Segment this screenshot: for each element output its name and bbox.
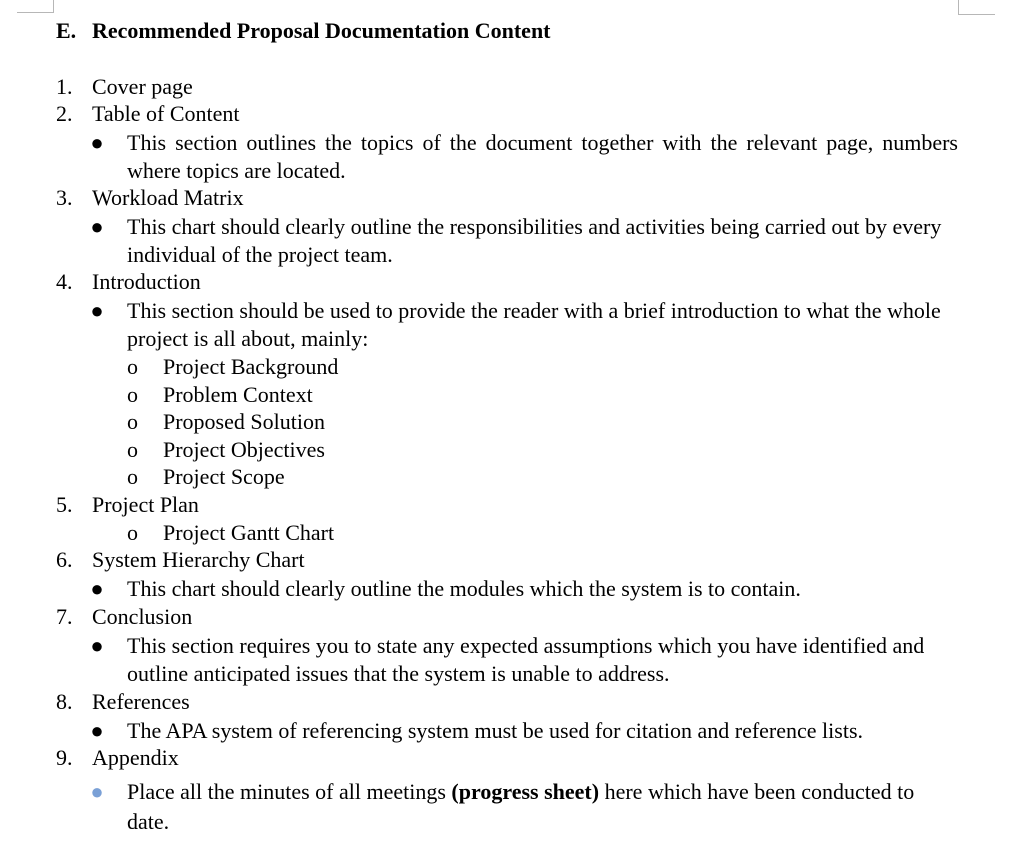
list-item-number: 9. xyxy=(56,745,73,770)
list-item-introduction: 4. Introduction xyxy=(56,268,201,296)
sub-item-label: Project Scope xyxy=(163,464,285,489)
bullet-appendix: ● Place all the minutes of all meetings … xyxy=(90,777,958,837)
sub-bullet-icon: o xyxy=(127,354,138,379)
bullet-references: ● The APA system of referencing system m… xyxy=(90,717,958,745)
bullet-dot-icon: ● xyxy=(90,779,104,804)
sub-bullet-icon: o xyxy=(127,382,138,407)
bullet-text-part: Place all the minutes of all meetings xyxy=(127,779,446,804)
bullet-text: This section should be used to provide t… xyxy=(127,298,941,351)
bullet-text-bold-part: (progress sheet) xyxy=(445,779,600,804)
bullet-text: The APA system of referencing system mus… xyxy=(127,718,864,743)
list-item-conclusion: 7. Conclusion xyxy=(56,603,192,631)
sub-item-label: Project Gantt Chart xyxy=(163,520,335,545)
bullet-system-hierarchy-chart: ● This chart should clearly outline the … xyxy=(90,575,958,603)
section-heading: E. Recommended Proposal Documentation Con… xyxy=(56,18,551,44)
bullet-text: This chart should clearly outline the mo… xyxy=(127,576,801,601)
sub-item-problem-context: o Problem Context xyxy=(127,381,313,409)
sub-item-proposed-solution: o Proposed Solution xyxy=(127,408,325,436)
list-item-system-hierarchy-chart: 6. System Hierarchy Chart xyxy=(56,546,305,574)
list-item-workload-matrix: 3. Workload Matrix xyxy=(56,184,244,212)
list-item-number: 6. xyxy=(56,547,73,572)
bullet-table-of-content: ● This section outlines the topics of th… xyxy=(90,129,958,185)
list-item-cover-page: 1. Cover page xyxy=(56,73,193,101)
list-item-number: 1. xyxy=(56,74,73,99)
list-item-label: Conclusion xyxy=(92,604,193,629)
sub-item-label: Proposed Solution xyxy=(163,409,325,434)
sub-bullet-icon: o xyxy=(127,409,138,434)
sub-item-label: Project Objectives xyxy=(163,437,325,462)
list-item-number: 7. xyxy=(56,604,73,629)
sub-item-label: Problem Context xyxy=(163,382,313,407)
list-item-number: 2. xyxy=(56,101,73,126)
sub-bullet-icon: o xyxy=(127,464,138,489)
bullet-introduction: ● This section should be used to provide… xyxy=(90,297,958,353)
sub-item-project-gantt-chart: o Project Gantt Chart xyxy=(127,519,334,547)
list-item-project-plan: 5. Project Plan xyxy=(56,491,199,519)
list-item-number: 8. xyxy=(56,689,73,714)
bullet-text: Place all the minutes of all meetings (p… xyxy=(127,777,958,837)
list-item-number: 5. xyxy=(56,492,73,517)
sub-item-project-background: o Project Background xyxy=(127,353,338,381)
section-heading-title: Recommended Proposal Documentation Conte… xyxy=(92,18,551,43)
bullet-dot-icon: ● xyxy=(90,718,104,743)
list-item-label: Table of Content xyxy=(92,101,240,126)
list-item-label: Workload Matrix xyxy=(92,185,244,210)
sub-bullet-icon: o xyxy=(127,520,138,545)
list-item-references: 8. References xyxy=(56,688,190,716)
bullet-dot-icon: ● xyxy=(90,214,104,239)
section-heading-number: E. xyxy=(56,18,77,43)
sub-item-project-objectives: o Project Objectives xyxy=(127,436,325,464)
list-item-label: Cover page xyxy=(92,74,193,99)
bullet-workload-matrix: ● This chart should clearly outline the … xyxy=(90,213,958,269)
bullet-text: This section requires you to state any e… xyxy=(127,633,925,686)
bullet-text: This section outlines the topics of the … xyxy=(127,130,958,183)
sub-item-label: Project Background xyxy=(163,354,339,379)
list-item-number: 3. xyxy=(56,185,73,210)
list-item-table-of-content: 2. Table of Content xyxy=(56,100,240,128)
list-item-label: References xyxy=(92,689,190,714)
crop-mark-top-left xyxy=(17,0,54,13)
sub-bullet-icon: o xyxy=(127,437,138,462)
list-item-label: System Hierarchy Chart xyxy=(92,547,305,572)
bullet-dot-icon: ● xyxy=(90,576,104,601)
sub-item-project-scope: o Project Scope xyxy=(127,463,285,491)
bullet-dot-icon: ● xyxy=(90,298,104,323)
crop-mark-top-right xyxy=(958,0,995,15)
bullet-conclusion: ● This section requires you to state any… xyxy=(90,632,958,688)
list-item-number: 4. xyxy=(56,269,73,294)
document-page: E. Recommended Proposal Documentation Con… xyxy=(0,0,1031,855)
bullet-dot-icon: ● xyxy=(90,633,104,658)
list-item-label: Project Plan xyxy=(92,492,199,517)
list-item-label: Appendix xyxy=(92,745,179,770)
bullet-text: This chart should clearly outline the re… xyxy=(127,214,942,267)
list-item-appendix: 9. Appendix xyxy=(56,744,179,772)
bullet-dot-icon: ● xyxy=(90,130,104,155)
list-item-label: Introduction xyxy=(92,269,201,294)
